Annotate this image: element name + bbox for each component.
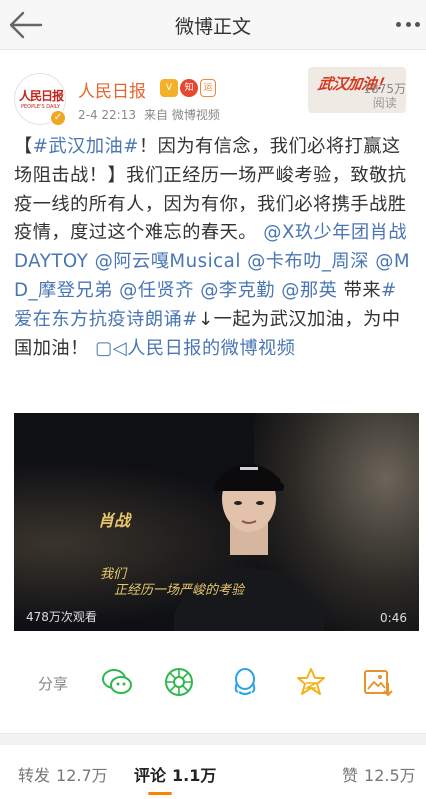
- qq-icon[interactable]: [228, 665, 262, 699]
- read-count: 1875万 阅读: [363, 82, 406, 110]
- moments-icon[interactable]: [162, 665, 196, 699]
- verified-icon: ✓: [49, 109, 67, 127]
- post-source: 来自 微博视频: [144, 108, 220, 122]
- hot-badge-icon[interactable]: 知: [180, 79, 198, 97]
- more-dots-icon[interactable]: [396, 14, 420, 34]
- video-player[interactable]: 肖战 我们 正经历一场严峻的考验 478万次观看 0:46: [14, 413, 419, 631]
- author-name[interactable]: 人民日报: [78, 77, 146, 102]
- post-text-part: 带来: [343, 279, 382, 301]
- video-link-text: 人民日报的微博视频: [127, 337, 296, 359]
- active-tab-indicator: [148, 792, 172, 795]
- tab-comment[interactable]: 评论 1.1万: [134, 762, 216, 786]
- save-image-icon[interactable]: [360, 665, 394, 699]
- tab-like-label: 赞: [342, 766, 359, 785]
- mention-link[interactable]: @阿云嘎Musical: [95, 251, 241, 272]
- read-count-label: 阅读: [372, 96, 397, 110]
- tab-like[interactable]: 赞 12.5万: [342, 762, 416, 786]
- post-meta: 2-4 22:13 来自 微博视频: [78, 106, 220, 123]
- tab-repost[interactable]: 转发 12.7万: [18, 762, 108, 786]
- page-title: 微博正文: [174, 16, 251, 38]
- read-count-number: 1875万: [363, 82, 406, 96]
- video-caption-name: 肖战: [98, 511, 131, 530]
- video-link[interactable]: ▢◁人民日报的微博视频: [95, 338, 295, 359]
- tab-like-count: 12.5万: [364, 766, 416, 785]
- video-view-count: 478万次观看: [26, 610, 97, 624]
- interaction-tabs: 转发 12.7万 评论 1.1万 赞 12.5万: [0, 746, 426, 799]
- section-divider: [0, 733, 426, 745]
- vip-badge-icon[interactable]: V: [160, 79, 178, 97]
- tab-comment-count: 1.1万: [172, 766, 217, 785]
- share-label: 分享: [38, 675, 69, 693]
- topic-link[interactable]: #武汉加油#: [33, 136, 139, 157]
- share-bar: 分享: [0, 657, 426, 707]
- mention-link[interactable]: @李克勤: [200, 280, 275, 301]
- author-header: 人民日报 PEOPLE'S DAILY ✓ 人民日报 V 知 运 2-4 22:…: [0, 50, 426, 128]
- video-person-image: [174, 464, 324, 631]
- post-text-part: 【: [14, 136, 33, 157]
- luck-badge-icon[interactable]: 运: [200, 79, 216, 97]
- top-bar: 微博正文: [0, 0, 426, 50]
- avatar-logo-text: 人民日报: [19, 89, 64, 103]
- video-caption-line: 正经历一场严峻的考验: [114, 583, 245, 598]
- tab-comment-label: 评论: [134, 766, 167, 785]
- mention-link[interactable]: @任贤齐: [119, 280, 194, 301]
- post-text: 【#武汉加油#！因为有信念，我们必将打赢这场阻击战！】我们正经历一场严峻考验，致…: [14, 133, 414, 363]
- tab-repost-label: 转发: [18, 766, 51, 785]
- mention-link[interactable]: @那英: [281, 280, 337, 301]
- qzone-icon[interactable]: [294, 665, 328, 699]
- tab-repost-count: 12.7万: [56, 766, 108, 785]
- post-time: 2-4 22:13: [78, 108, 136, 122]
- wechat-icon[interactable]: [100, 665, 134, 699]
- video-duration: 0:46: [380, 611, 407, 625]
- video-link-icon: ▢◁: [95, 337, 128, 359]
- mention-link[interactable]: @卡布叻_周深: [247, 251, 369, 272]
